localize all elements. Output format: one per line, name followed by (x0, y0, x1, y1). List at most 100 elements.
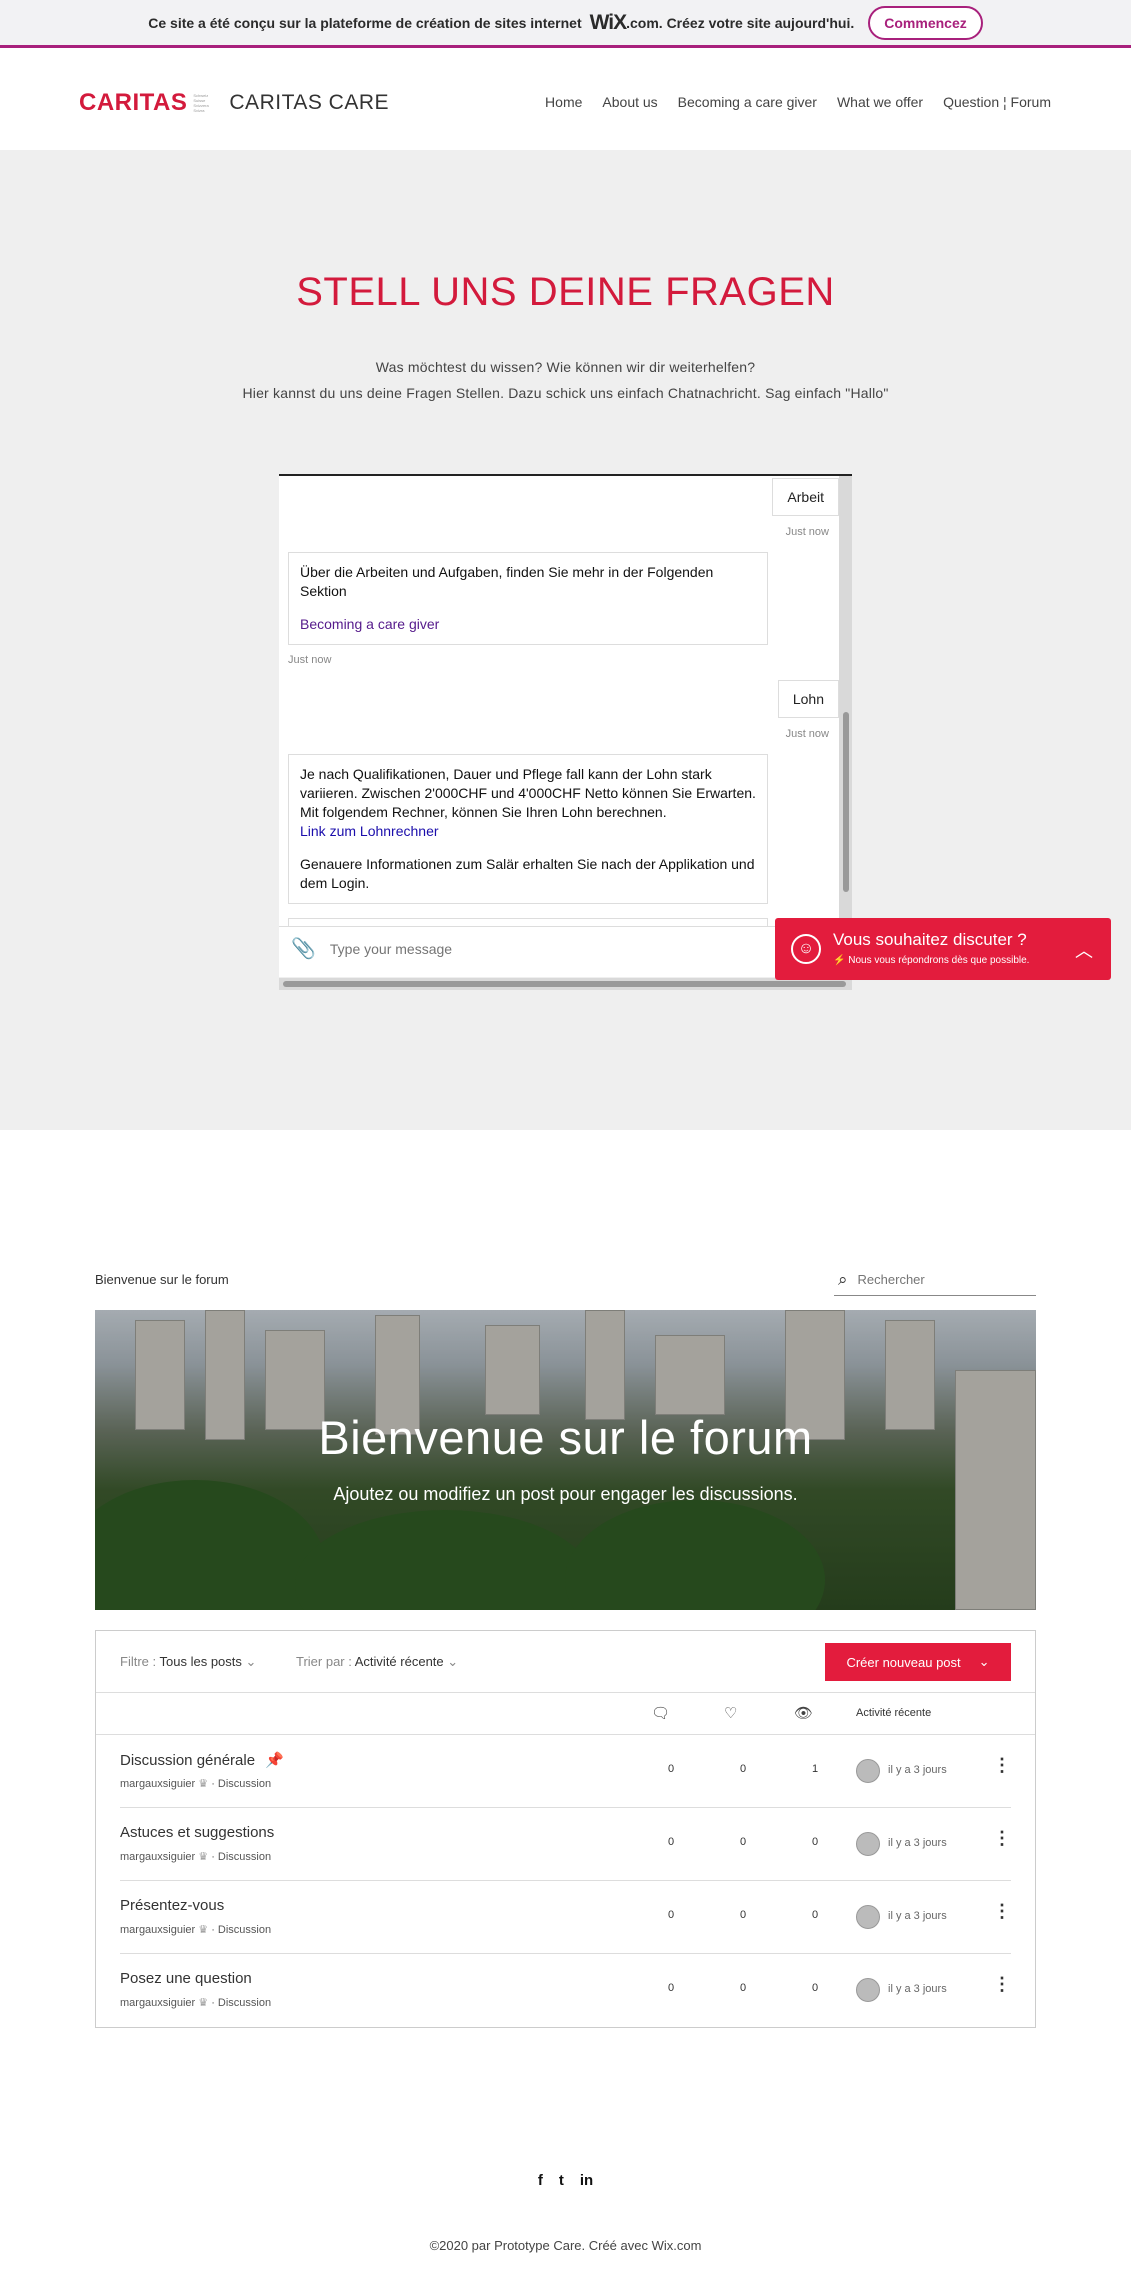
more-options-icon[interactable]: ⋮ (993, 1901, 1011, 1922)
comments-icon: 🗨 (651, 1705, 671, 1722)
views-count: 0 (811, 1836, 819, 1848)
crown-icon: ♛ (198, 1924, 209, 1936)
social-links: f t in (0, 2172, 1131, 2189)
last-activity: il y a 3 jours (888, 1910, 947, 1922)
author-name[interactable]: margauxsiguier (120, 1924, 195, 1936)
site-name: CARITAS CARE (229, 91, 390, 114)
nav-about-us[interactable]: About us (602, 94, 657, 110)
hero-line-2: Hier kannst du uns deine Fragen Stellen.… (242, 385, 889, 401)
bot-message-text: Genauere Informationen zum Salär erhalte… (300, 856, 755, 891)
caritas-logo-mark: CARITAS (79, 89, 188, 116)
create-post-button[interactable]: Créer nouveau post ⌄ (825, 1643, 1011, 1681)
avatar[interactable] (856, 1759, 880, 1783)
forum-banner-title: Bienvenue sur le forum (318, 1411, 813, 1464)
becoming-care-giver-link[interactable]: Becoming a care giver (300, 616, 439, 632)
more-options-icon[interactable]: ⋮ (993, 1828, 1011, 1849)
chevron-down-icon: ⌄ (978, 1654, 990, 1669)
nav-forum[interactable]: Question ¦ Forum (943, 94, 1051, 110)
paperclip-icon[interactable]: 📎 (291, 936, 316, 961)
likes-icon: ♡ (724, 1705, 738, 1722)
twitter-icon[interactable]: t (559, 2172, 564, 2189)
views-icon: 👁 (794, 1705, 814, 1722)
salary-calculator-link[interactable]: Link zum Lohnrechner (300, 823, 439, 839)
hero-section: STELL UNS DEINE FRAGEN Was möchtest du w… (0, 150, 1131, 1130)
more-options-icon[interactable]: ⋮ (993, 1974, 1011, 1995)
chat-window: Arbeit Just now Über die Arbeiten und Au… (279, 474, 852, 990)
facebook-icon[interactable]: f (538, 2172, 543, 2189)
chat-scrollbar[interactable] (839, 476, 852, 926)
linkedin-icon[interactable]: in (580, 2172, 593, 2189)
avatar[interactable] (856, 1978, 880, 2002)
wix-banner-domain: .com. Créez votre site aujourd'hui. (626, 14, 855, 31)
category-name[interactable]: Posez une question (120, 1970, 252, 1987)
user-message: Arbeit (772, 478, 839, 516)
chat-message-input[interactable] (329, 940, 770, 957)
user-message: Lohn (777, 680, 839, 718)
author-name[interactable]: margauxsiguier (120, 1851, 195, 1863)
recent-activity-header: Activité récente (856, 1707, 932, 1719)
chevron-up-icon[interactable]: ︿ (1075, 937, 1093, 963)
forum-search[interactable]: ⌕ (834, 1264, 1036, 1296)
comments-count: 0 (667, 1836, 675, 1848)
chat-widget-title: Vous souhaitez discuter ? (833, 930, 1027, 949)
category-type: Discussion (217, 1778, 272, 1790)
message-timestamp: Just now (785, 728, 829, 740)
views-count: 0 (811, 1909, 819, 1921)
chat-horizontal-scrollbar[interactable] (279, 978, 852, 990)
message-timestamp: Just now (288, 654, 332, 666)
message-timestamp: Just now (785, 526, 829, 538)
category-name[interactable]: Astuces et suggestions (120, 1824, 274, 1841)
footer-copyright: ©2020 par Prototype Care. Créé avec Wix.… (429, 2238, 702, 2253)
likes-count: 0 (739, 1982, 747, 1994)
bot-message-text: Über die Arbeiten und Aufgaben, finden S… (300, 564, 714, 599)
last-activity: il y a 3 jours (888, 1983, 947, 1995)
crown-icon: ♛ (198, 1778, 209, 1790)
avatar[interactable] (856, 1832, 880, 1856)
scrollbar-thumb[interactable] (843, 712, 849, 892)
nav-becoming-care-giver[interactable]: Becoming a care giver (678, 94, 817, 110)
avatar[interactable] (856, 1905, 880, 1929)
page-title: STELL UNS DEINE FRAGEN (296, 270, 835, 314)
scrollbar-thumb[interactable] (283, 981, 846, 987)
list-item[interactable]: Astuces et suggestions margauxsiguier ♛ … (120, 1808, 1011, 1881)
nav-home[interactable]: Home (545, 94, 582, 110)
last-activity: il y a 3 jours (888, 1837, 947, 1849)
wix-banner-message: Ce site a été conçu sur la plateforme de… (148, 14, 582, 31)
comments-count: 0 (667, 1909, 675, 1921)
forum-banner-subtitle: Ajoutez ou modifiez un post pour engager… (333, 1484, 798, 1504)
forum-banner: Bienvenue sur le forum Ajoutez ou modifi… (95, 1310, 1036, 1610)
search-input[interactable] (857, 1272, 1018, 1287)
site-logo[interactable]: CARITAS Schweiz Suisse Svizzera Svizra C… (79, 89, 389, 117)
author-name[interactable]: margauxsiguier (120, 1778, 195, 1790)
crown-icon: ♛ (198, 1851, 209, 1863)
views-count: 0 (811, 1982, 819, 1994)
hero-lead: Was möchtest du wissen? Wie können wir d… (0, 354, 1131, 406)
sort-dropdown[interactable]: Trier par : Activité récente ⌄ (296, 1654, 458, 1670)
start-button[interactable]: Commencez (868, 5, 983, 40)
category-name[interactable]: Présentez-vous (120, 1897, 224, 1914)
more-options-icon[interactable]: ⋮ (993, 1755, 1011, 1776)
chevron-down-icon: ⌄ (447, 1654, 459, 1669)
category-name[interactable]: Discussion générale (120, 1752, 255, 1769)
bot-message: Je nach Qualifikationen, Dauer und Pfleg… (288, 754, 768, 904)
author-name[interactable]: margauxsiguier (120, 1997, 195, 2009)
search-icon: ⌕ (838, 1269, 848, 1289)
chat-widget[interactable]: ☺ Vous souhaitez discuter ? ⚡ Nous vous … (775, 918, 1111, 980)
wix-logo: WiX (589, 10, 627, 34)
hero-line-1: Was möchtest du wissen? Wie können wir d… (375, 359, 756, 375)
list-item[interactable]: Présentez-vous margauxsiguier ♛ · Discus… (120, 1881, 1011, 1954)
nav-what-we-offer[interactable]: What we offer (837, 94, 923, 110)
likes-count: 0 (739, 1763, 747, 1775)
category-type: Discussion (217, 1924, 272, 1936)
chat-messages: Arbeit Just now Über die Arbeiten und Au… (279, 476, 839, 926)
main-nav: Home About us Becoming a care giver What… (545, 94, 1051, 110)
bot-message-text: Je nach Qualifikationen, Dauer und Pfleg… (300, 766, 756, 820)
filter-dropdown[interactable]: Filtre : Tous les posts ⌄ (120, 1654, 256, 1670)
bot-message (288, 918, 768, 926)
list-item[interactable]: Posez une question margauxsiguier ♛ · Di… (120, 1954, 1011, 2027)
list-item[interactable]: Discussion générale 📌 margauxsiguier ♛ ·… (120, 1735, 1011, 1808)
pin-icon: 📌 (265, 1752, 284, 1769)
chat-widget-subtitle: ⚡ Nous vous répondrons dès que possible. (833, 955, 1030, 966)
forum-breadcrumb[interactable]: Bienvenue sur le forum (95, 1272, 229, 1287)
chevron-down-icon: ⌄ (245, 1654, 257, 1669)
